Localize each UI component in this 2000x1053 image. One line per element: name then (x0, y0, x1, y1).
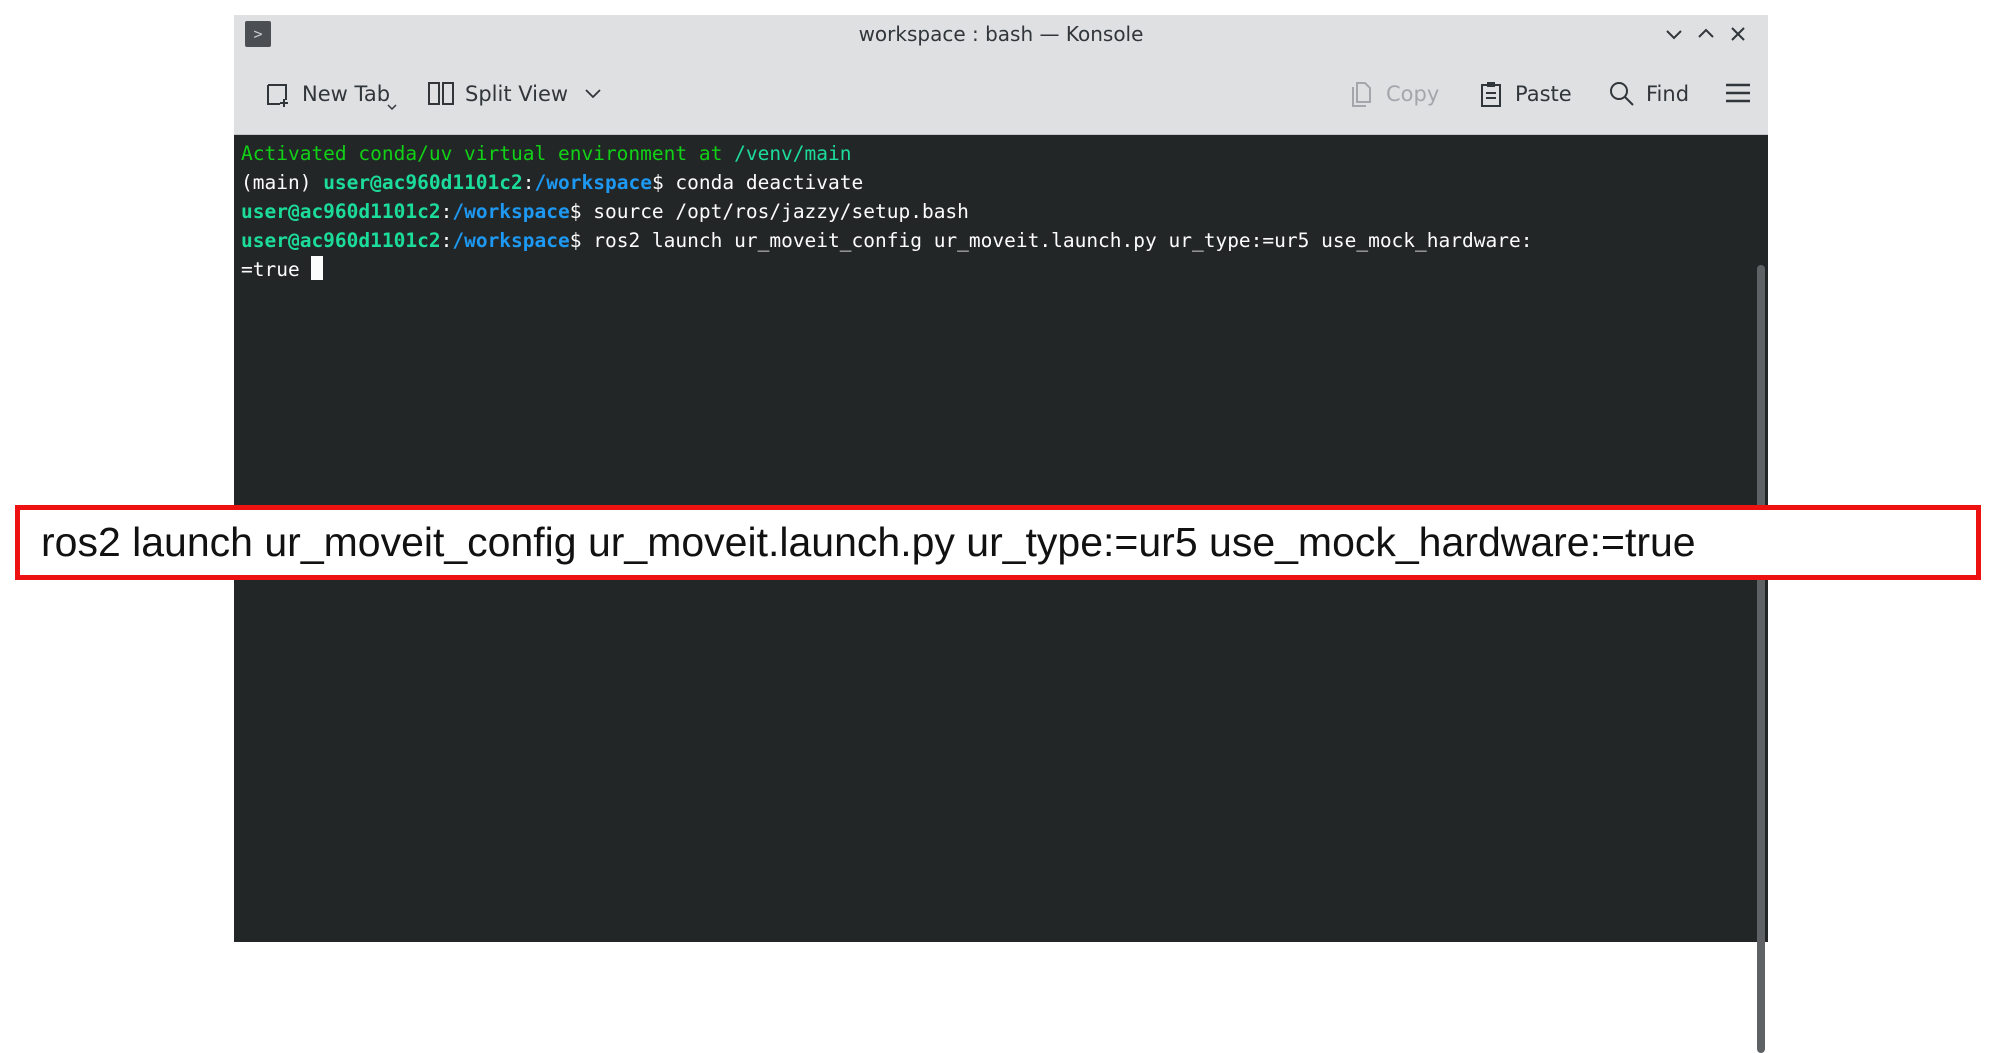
scrollbar[interactable] (1757, 265, 1765, 1053)
terminal-line: user@ac960d1101c2:/workspace$ source /op… (241, 197, 1741, 226)
prompt-symbol: $ (569, 200, 594, 223)
terminal-line: Activated conda/uv virtual environment a… (241, 139, 1741, 168)
chevron-down-icon[interactable] (584, 85, 602, 103)
paste-button[interactable]: Paste (1477, 53, 1572, 134)
prompt-symbol: $ (651, 171, 676, 194)
terminal-line: =true (241, 255, 1741, 284)
prompt-colon: : (440, 200, 453, 223)
split-view-icon (428, 81, 454, 105)
paste-label: Paste (1515, 81, 1572, 106)
split-view-label: Split View (465, 81, 569, 106)
prompt-colon: : (522, 171, 535, 194)
command-text: ros2 launch ur_moveit_config ur_moveit.l… (593, 229, 1533, 252)
chevron-down-icon[interactable] (386, 102, 398, 114)
command-text: conda deactivate (675, 171, 864, 194)
user-host: user@ac960d1101c2 (241, 200, 441, 223)
find-button[interactable]: Find (1608, 53, 1689, 134)
search-icon (1610, 81, 1634, 106)
window-title: workspace : bash — Konsole (858, 22, 1144, 46)
prompt-symbol: $ (569, 229, 594, 252)
venv-path: /venv/main (734, 142, 852, 165)
close-icon[interactable] (1726, 22, 1750, 46)
hamburger-menu-icon[interactable] (1724, 79, 1752, 107)
minimize-icon[interactable] (1662, 22, 1686, 46)
paste-icon (1481, 81, 1501, 107)
terminal-line: (main) user@ac960d1101c2:/workspace$ con… (241, 168, 1741, 197)
command-annotation-box: ros2 launch ur_moveit_config ur_moveit.l… (15, 505, 1981, 580)
annotation-text: ros2 launch ur_moveit_config ur_moveit.l… (41, 519, 1696, 565)
copy-label: Copy (1386, 81, 1440, 106)
konsole-window: > workspace : bash — Konsole New Tab Spl… (234, 15, 1768, 1053)
new-tab-label: New Tab (302, 81, 391, 106)
copy-icon (1352, 81, 1371, 107)
title-bar[interactable]: > workspace : bash — Konsole (234, 15, 1768, 53)
toolbar: New Tab Split View Copy Paste Find (234, 53, 1768, 135)
command-text-wrapped: =true (241, 258, 312, 281)
maximize-icon[interactable] (1694, 22, 1718, 46)
command-text: source /opt/ros/jazzy/setup.bash (593, 200, 969, 223)
activation-message: Activated conda/uv virtual environment a… (241, 142, 735, 165)
new-tab-icon (267, 83, 288, 107)
split-view-button[interactable]: Split View (427, 53, 612, 134)
new-tab-button[interactable]: New Tab (264, 53, 398, 134)
terminal-line: user@ac960d1101c2:/workspace$ ros2 launc… (241, 226, 1741, 255)
current-directory: /workspace (452, 200, 570, 223)
user-host: user@ac960d1101c2 (323, 171, 523, 194)
text-cursor (311, 256, 324, 280)
prompt-colon: : (440, 229, 453, 252)
copy-button[interactable]: Copy (1348, 53, 1439, 134)
env-prefix: (main) (241, 171, 324, 194)
current-directory: /workspace (534, 171, 652, 194)
find-label: Find (1646, 81, 1690, 106)
user-host: user@ac960d1101c2 (241, 229, 441, 252)
current-directory: /workspace (452, 229, 570, 252)
